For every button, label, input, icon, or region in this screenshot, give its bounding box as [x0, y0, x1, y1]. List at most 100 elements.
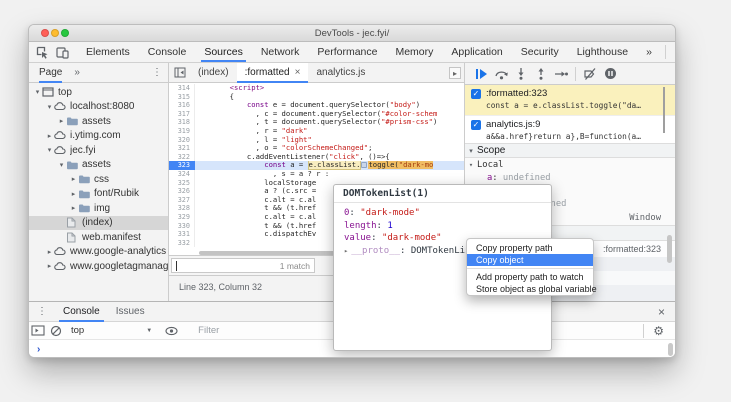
- settings-gear-icon[interactable]: ⚙: [670, 45, 676, 59]
- menu-item-copy-property-path[interactable]: Copy property path: [467, 242, 593, 254]
- editor-tab-analytics-js[interactable]: analytics.js: [308, 63, 373, 83]
- line-number[interactable]: 317: [169, 109, 195, 119]
- tree-item-www-google-analytics[interactable]: ▸ www.google-analytics: [29, 245, 168, 260]
- resume-button[interactable]: [471, 66, 491, 82]
- tree-item-assets[interactable]: ▸ assets: [29, 114, 168, 129]
- tab-sources[interactable]: Sources: [195, 42, 252, 62]
- breakpoint-checkbox[interactable]: ✓: [471, 119, 481, 130]
- tree-item-label: assets: [82, 159, 111, 171]
- line-number[interactable]: 325: [169, 178, 195, 188]
- scope-local-row[interactable]: ▾ Local: [465, 159, 675, 171]
- line-number[interactable]: 332: [169, 238, 195, 248]
- tree-item-web-manifest[interactable]: web.manifest: [29, 230, 168, 245]
- deactivate-breakpoints-button[interactable]: [580, 66, 600, 82]
- sidebar-scrollbar[interactable]: [663, 87, 665, 133]
- navigator-more-tabs-chevron[interactable]: »: [74, 67, 80, 78]
- line-number[interactable]: 331: [169, 230, 195, 239]
- console-sidebar-toggle-icon[interactable]: [29, 324, 47, 338]
- editor-tab--index-[interactable]: (index): [190, 63, 237, 83]
- chevron-right-icon[interactable]: ▸: [344, 247, 348, 255]
- cursor-position-status: Line 323, Column 32: [179, 282, 263, 292]
- tab-performance[interactable]: Performance: [308, 42, 386, 62]
- menu-separator: [467, 268, 593, 269]
- tab-lighthouse[interactable]: Lighthouse: [568, 42, 637, 62]
- code-line: 322 c.addEventListener("click", ()=>{: [169, 152, 464, 162]
- menu-item-store-object-as-global-variable[interactable]: Store object as global variable: [467, 283, 597, 295]
- scope-variable-row[interactable]: a: undefined: [465, 171, 675, 184]
- sidebar-scrollbar-thumb[interactable]: [667, 235, 672, 263]
- breakpoint-entry[interactable]: ✓ analytics.js:9 a&&a.href}return a},B=fun…: [465, 115, 675, 143]
- tree-item-www-googletagmanag[interactable]: ▸ www.googletagmanag: [29, 259, 168, 274]
- tree-item-img[interactable]: ▸ img: [29, 201, 168, 216]
- console-scrollbar-thumb[interactable]: [668, 343, 673, 356]
- console-tab-issues[interactable]: Issues: [108, 302, 153, 322]
- breakpoint-entry[interactable]: ✓:formatted:323 const a = e.classList.tog…: [465, 85, 675, 115]
- clear-console-icon[interactable]: [47, 324, 65, 338]
- console-settings-gear-icon[interactable]: ⚙: [648, 324, 669, 338]
- object-popover-anchor-icon[interactable]: [361, 162, 368, 169]
- tab-memory[interactable]: Memory: [386, 42, 442, 62]
- line-number[interactable]: 319: [169, 126, 195, 136]
- line-number[interactable]: 330: [169, 221, 195, 231]
- line-number[interactable]: 318: [169, 118, 195, 127]
- menu-item-add-property-path-to-watch[interactable]: Add property path to watch: [467, 271, 593, 283]
- step-into-button[interactable]: [511, 66, 531, 82]
- tab-console[interactable]: Console: [139, 42, 196, 62]
- line-number[interactable]: 315: [169, 92, 195, 102]
- editor-tab-overflow-icon[interactable]: ▸: [449, 67, 461, 79]
- step-over-button[interactable]: [491, 66, 511, 82]
- navigator-menu-icon[interactable]: ⋮: [152, 67, 162, 78]
- console-context-select[interactable]: top ▼: [71, 325, 152, 336]
- tab-elements[interactable]: Elements: [77, 42, 139, 62]
- tree-item-assets[interactable]: ▾ assets: [29, 158, 168, 173]
- tree-item-jec-fyi[interactable]: ▾ jec.fyi: [29, 143, 168, 158]
- close-drawer-icon[interactable]: ×: [658, 305, 665, 319]
- line-number[interactable]: 320: [169, 135, 195, 145]
- line-number[interactable]: 329: [169, 212, 195, 222]
- search-caret: [176, 261, 177, 271]
- hide-navigator-icon[interactable]: [172, 66, 187, 79]
- step-button[interactable]: [551, 66, 571, 82]
- tab-network[interactable]: Network: [252, 42, 309, 62]
- editor-tab--formatted[interactable]: :formatted ×: [236, 62, 309, 83]
- breakpoint-header: ✓ analytics.js:9: [465, 118, 675, 131]
- line-number[interactable]: 324: [169, 169, 195, 179]
- inspect-icon[interactable]: [36, 45, 49, 60]
- code-segment: t && (t.href: [195, 221, 317, 230]
- line-number[interactable]: 323: [169, 161, 195, 170]
- line-number[interactable]: 316: [169, 101, 195, 110]
- tab-security[interactable]: Security: [512, 42, 568, 62]
- chevron-down-icon: ▾: [468, 161, 474, 169]
- breakpoint-checkbox[interactable]: ✓: [471, 88, 481, 99]
- tree-item-css[interactable]: ▸ css: [29, 172, 168, 187]
- line-number[interactable]: 321: [169, 144, 195, 153]
- live-expression-eye-icon[interactable]: [162, 324, 180, 338]
- drawer-menu-icon[interactable]: ⋮: [37, 306, 47, 317]
- line-number[interactable]: 322: [169, 152, 195, 162]
- tab-page[interactable]: Page: [39, 63, 63, 83]
- line-number[interactable]: 314: [169, 84, 195, 93]
- titlebar[interactable]: DevTools - jec.fyi/: [29, 25, 675, 42]
- code-text: c.addEventListener("click", ()=>{: [195, 153, 464, 162]
- tree-item-localhost-8080[interactable]: ▾ localhost:8080: [29, 100, 168, 115]
- scope-section-header[interactable]: ▾ Scope: [465, 143, 675, 158]
- tab-application[interactable]: Application: [442, 42, 511, 62]
- tree-item-font-rubik[interactable]: ▸ font/Rubik: [29, 187, 168, 202]
- line-number[interactable]: 326: [169, 187, 195, 196]
- object-property-row[interactable]: 0: "dark-mode": [334, 207, 551, 220]
- pause-on-exceptions-button[interactable]: [600, 66, 620, 82]
- search-input[interactable]: 1 match: [171, 258, 315, 273]
- step-out-button[interactable]: [531, 66, 551, 82]
- close-tab-icon[interactable]: ×: [295, 67, 301, 78]
- tree-item-i-ytimg-com[interactable]: ▸ i.ytimg.com: [29, 129, 168, 144]
- console-tab-console[interactable]: Console: [55, 302, 108, 322]
- line-number[interactable]: 327: [169, 195, 195, 205]
- menu-item-copy-object[interactable]: Copy object: [467, 254, 593, 266]
- tree-item--index-[interactable]: (index): [29, 215, 168, 230]
- main-tab-overflow-chevron[interactable]: »: [637, 42, 661, 62]
- device-toolbar-icon[interactable]: [56, 45, 69, 60]
- console-filter-input[interactable]: [196, 324, 347, 337]
- object-property-row[interactable]: length: 1: [334, 220, 551, 233]
- tree-item-top[interactable]: ▾ top: [29, 85, 168, 100]
- line-number[interactable]: 328: [169, 204, 195, 213]
